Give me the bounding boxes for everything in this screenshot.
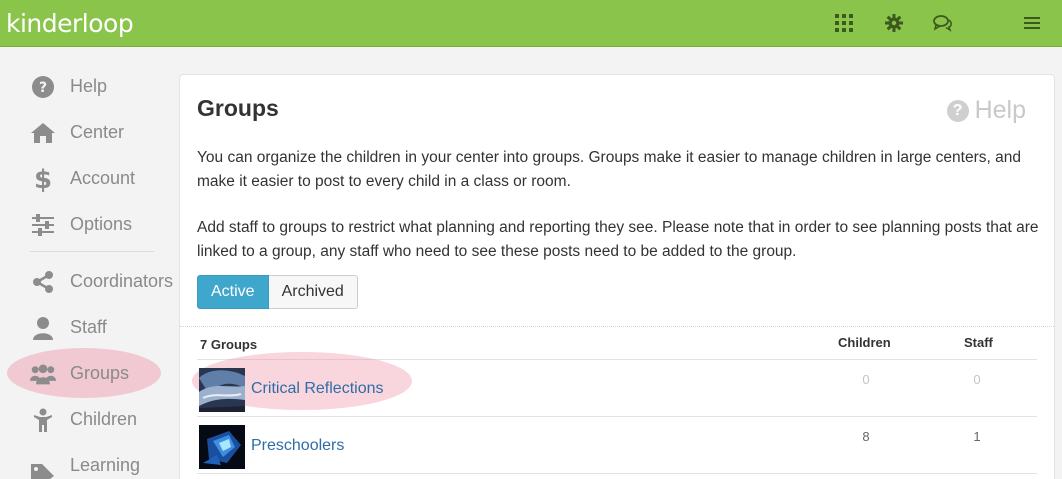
status-tabs: Active Archived	[197, 275, 358, 309]
apps-grid-icon[interactable]	[834, 13, 854, 33]
group-link[interactable]: Critical Reflections	[251, 380, 383, 398]
sidebar-item-label: Staff	[70, 317, 107, 337]
group-link[interactable]: Preschoolers	[251, 437, 344, 455]
intro-paragraph: You can organize the children in your ce…	[197, 149, 1021, 190]
tab-active[interactable]: Active	[197, 275, 269, 309]
row-divider	[197, 473, 1037, 474]
child-icon	[30, 407, 56, 433]
sidebar-nav: ? Help Center $ Account Options Coordina…	[0, 48, 178, 479]
sidebar-item-label: Help	[70, 76, 108, 96]
chat-icon[interactable]	[933, 13, 953, 33]
sidebar-item-account[interactable]: $ Account	[0, 158, 178, 198]
sidebar-item-children[interactable]: Children	[0, 399, 178, 439]
page-title: Groups	[197, 95, 279, 121]
children-count: 8	[862, 429, 870, 444]
sidebar-item-staff[interactable]: Staff	[0, 307, 178, 347]
svg-text:?: ?	[39, 80, 47, 96]
staff-count: 0	[973, 372, 981, 387]
sidebar-item-help[interactable]: ? Help	[0, 66, 178, 106]
sidebar-item-learning[interactable]: Learning	[0, 445, 178, 479]
divider	[180, 326, 1054, 327]
children-count: 0	[862, 372, 870, 387]
users-icon	[30, 361, 56, 387]
staff-count: 1	[973, 429, 981, 444]
svg-text:$: $	[34, 165, 52, 193]
staff-column-header: Staff	[964, 335, 993, 350]
top-bar: kinderloop	[0, 0, 1062, 47]
groups-count-header: 7 Groups	[200, 337, 258, 352]
dollar-icon: $	[30, 165, 56, 193]
sidebar-item-label: Coordinators	[70, 271, 174, 291]
group-thumbnail[interactable]	[199, 368, 245, 412]
groups-panel: Groups ? Help You can organize the child…	[179, 74, 1055, 479]
sidebar-item-label: Children	[70, 409, 138, 429]
hamburger-menu-icon[interactable]	[1022, 13, 1042, 33]
tab-archived[interactable]: Archived	[268, 275, 358, 309]
sidebar-item-label: Center	[70, 122, 125, 142]
sidebar-item-options[interactable]: Options	[0, 204, 178, 244]
kinderloop-logo[interactable]: kinderloop	[6, 9, 134, 38]
sliders-icon	[30, 212, 56, 238]
question-circle-icon: ?	[946, 99, 969, 122]
sidebar-item-label: Options	[70, 214, 133, 234]
sidebar-item-coordinators[interactable]: Coordinators	[0, 261, 178, 301]
help-link-label: Help	[974, 96, 1026, 124]
share-icon	[30, 269, 56, 295]
sidebar-item-label: Account	[70, 168, 136, 188]
tag-icon	[30, 459, 56, 479]
row-divider	[197, 416, 1037, 417]
question-circle-icon: ?	[30, 74, 56, 100]
user-icon	[30, 315, 56, 341]
nav-divider	[30, 251, 154, 252]
group-thumbnail[interactable]	[199, 425, 245, 469]
sidebar-item-label: Learning	[70, 455, 141, 475]
gear-icon[interactable]	[884, 13, 904, 33]
sidebar-item-label: Groups	[70, 363, 130, 383]
sidebar-item-center[interactable]: Center	[0, 112, 178, 152]
home-icon	[30, 120, 56, 146]
sidebar-item-groups[interactable]: Groups	[0, 353, 178, 393]
staff-note-paragraph: Add staff to groups to restrict what pla…	[197, 219, 1039, 260]
children-column-header: Children	[838, 335, 891, 350]
help-link[interactable]: ? Help	[946, 96, 1026, 125]
